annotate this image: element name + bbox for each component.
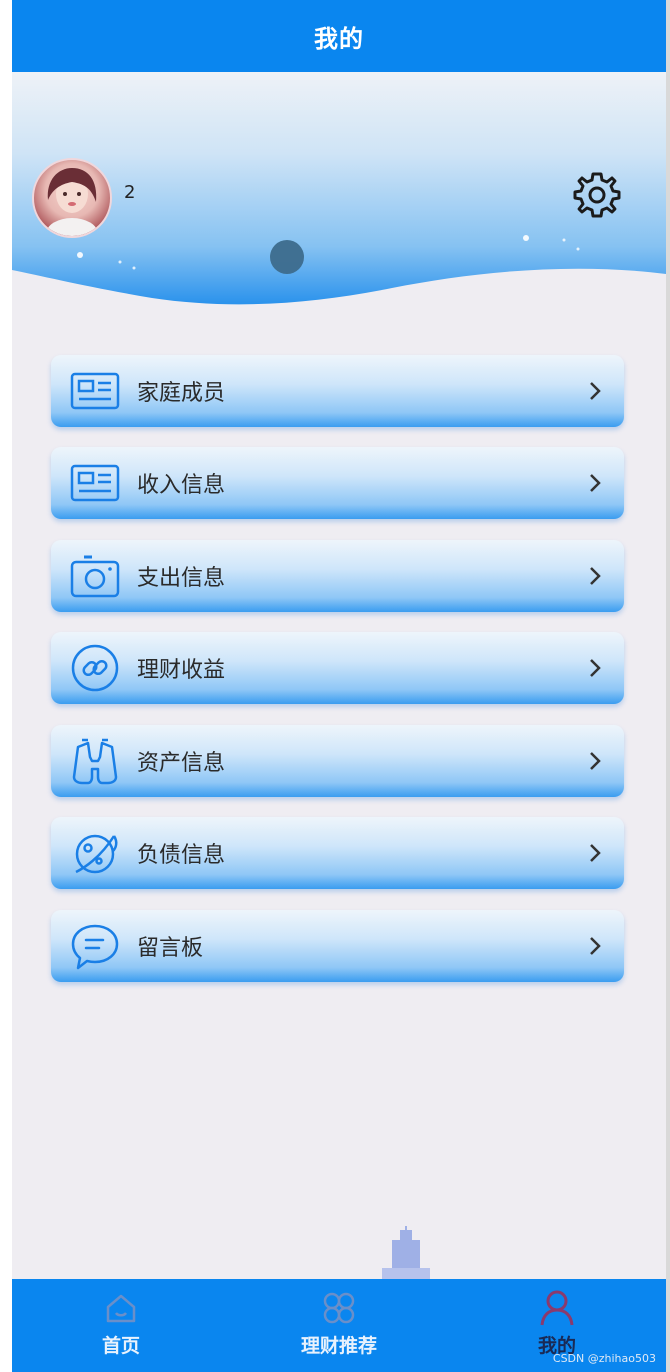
id-card-icon (69, 369, 121, 413)
tab-home[interactable]: 首页 (12, 1279, 230, 1372)
tab-label: 首页 (101, 1335, 140, 1357)
planet-icon (69, 831, 121, 875)
left-margin (0, 0, 12, 1372)
grid-icon (320, 1289, 358, 1327)
chevron-right-icon (584, 380, 606, 402)
building-decoration (382, 1226, 430, 1280)
avatar[interactable] (32, 158, 112, 238)
menu-item-assets[interactable]: 资产信息 (51, 725, 624, 797)
gear-icon (573, 172, 621, 218)
chevron-right-icon (584, 657, 606, 679)
menu-item-liabilities[interactable]: 负债信息 (51, 817, 624, 889)
settings-button[interactable] (570, 168, 624, 222)
home-icon (102, 1289, 140, 1327)
link-icon (69, 644, 121, 692)
chevron-right-icon (584, 750, 606, 772)
page-title: 我的 (12, 0, 666, 72)
binoculars-icon (69, 738, 121, 785)
chevron-right-icon (584, 565, 606, 587)
menu-item-investment-returns[interactable]: 理财收益 (51, 632, 624, 704)
menu-item-label: 留言板 (137, 936, 204, 961)
phone-screen: 我的 2 家庭成员 收入信息 支出信息 理财收益 资产信息 负债信息 留言板 首… (12, 0, 666, 1372)
user-icon (538, 1289, 576, 1327)
chevron-right-icon (584, 935, 606, 957)
tab-investment-recommend[interactable]: 理财推荐 (230, 1279, 448, 1372)
menu-item-label: 支出信息 (137, 566, 226, 591)
menu-item-family-members[interactable]: 家庭成员 (51, 355, 624, 427)
indicator-dot (270, 240, 304, 274)
id-card-icon (69, 461, 121, 505)
menu-item-expense[interactable]: 支出信息 (51, 540, 624, 612)
username: 2 (124, 182, 136, 203)
chevron-right-icon (584, 472, 606, 494)
menu-item-label: 收入信息 (137, 473, 226, 498)
menu-item-message-board[interactable]: 留言板 (51, 910, 624, 982)
camera-icon (69, 554, 121, 598)
avatar-image (46, 168, 98, 236)
chat-bubble-icon (69, 924, 121, 970)
menu-item-label: 理财收益 (137, 658, 226, 683)
menu-item-income[interactable]: 收入信息 (51, 447, 624, 519)
chevron-right-icon (584, 842, 606, 864)
right-margin (666, 0, 670, 1372)
watermark-text: CSDN @zhihao503 (552, 1352, 656, 1365)
page-title-text: 我的 (314, 24, 364, 53)
tab-label: 理财推荐 (300, 1335, 377, 1357)
menu-item-label: 资产信息 (137, 751, 226, 776)
menu-item-label: 家庭成员 (137, 381, 226, 406)
menu-item-label: 负债信息 (137, 843, 226, 868)
